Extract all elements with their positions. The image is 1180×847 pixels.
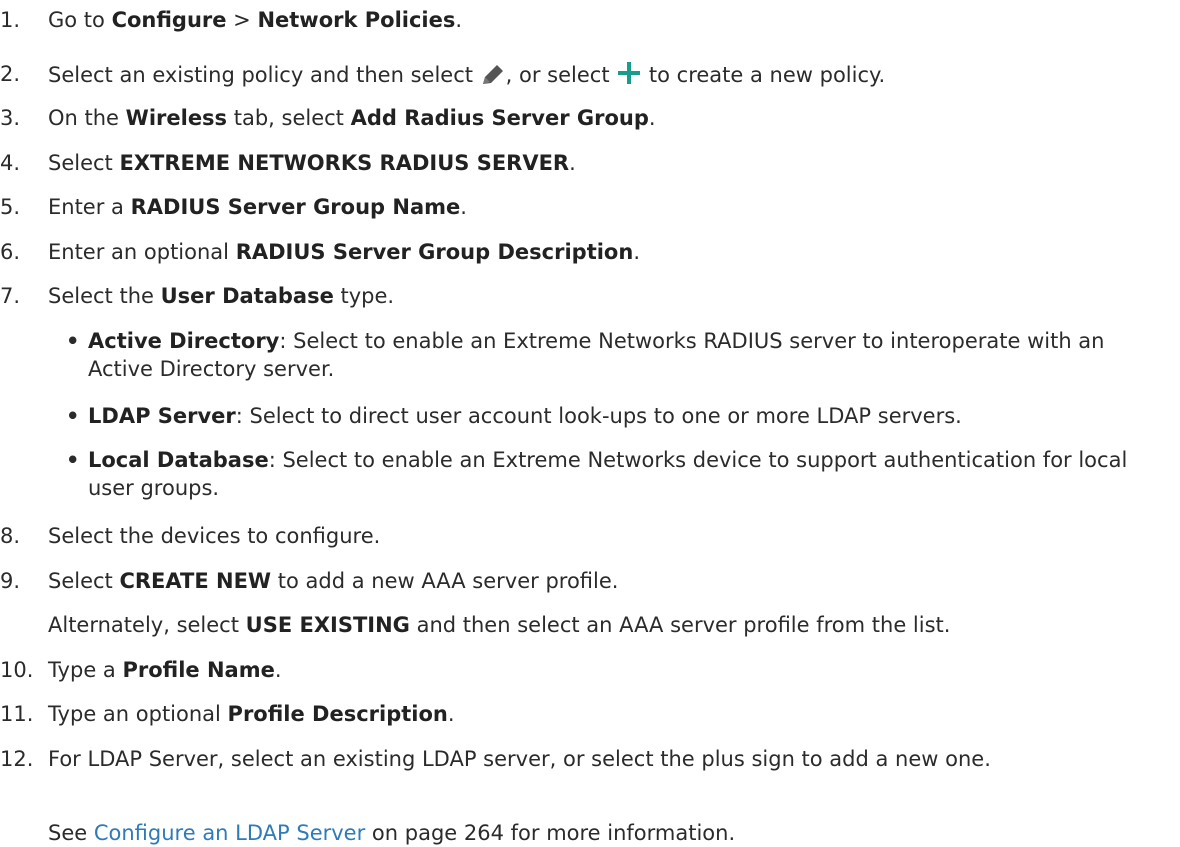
step-text: Type an optional Profile Description. — [48, 702, 455, 726]
step-number: 3. — [0, 106, 21, 130]
step-number: 5. — [0, 195, 21, 219]
step-number: 2. — [0, 62, 21, 86]
step-text: On the Wireless tab, select Add Radius S… — [48, 106, 656, 130]
step-text: Type a Profile Name. — [48, 658, 282, 682]
step-text: Enter an optional RADIUS Server Group De… — [48, 240, 640, 264]
step-number: 9. — [0, 569, 21, 593]
step-text: For LDAP Server, select an existing LDAP… — [48, 747, 991, 771]
step-number: 11. — [0, 702, 34, 726]
step-number: 4. — [0, 151, 21, 175]
step-number: 12. — [0, 747, 34, 771]
bullet-text: Active Directory: Select to enable an Ex… — [88, 329, 1105, 381]
ui-term: EXTREME NETWORKS RADIUS SERVER — [119, 151, 570, 175]
ui-term: User Database — [160, 284, 334, 308]
ui-term: LDAP Server — [88, 404, 236, 428]
ui-term: Add Radius Server Group — [350, 106, 649, 130]
bullet-text: Local Database: Select to enable an Extr… — [88, 448, 1128, 500]
step-text: Select the devices to configure. — [48, 524, 381, 548]
bullet-text: LDAP Server: Select to direct user accou… — [88, 404, 962, 428]
step-text: Select EXTREME NETWORKS RADIUS SERVER. — [48, 151, 576, 175]
step-number: 6. — [0, 240, 21, 264]
ui-term: RADIUS Server Group Name — [130, 195, 461, 219]
step-number: 1. — [0, 8, 21, 32]
ui-term: USE EXISTING — [245, 613, 410, 637]
step-number: 8. — [0, 524, 21, 548]
step-text: Enter a RADIUS Server Group Name. — [48, 195, 467, 219]
step-note-text: Alternately, select USE EXISTING and the… — [48, 613, 951, 637]
ui-term: CREATE NEW — [119, 569, 272, 593]
plus-icon — [616, 60, 642, 93]
pencil-icon — [480, 62, 506, 93]
step-note-text: See Configure an LDAP Server on page 264… — [48, 821, 736, 845]
ui-term: Profile Description — [227, 702, 448, 726]
ui-term: Network Policies — [257, 8, 456, 32]
ui-term: RADIUS Server Group Description — [235, 240, 634, 264]
ui-term: Active Directory — [88, 329, 280, 353]
configure-ldap-server-link[interactable]: Configure an LDAP Server — [94, 821, 365, 845]
step-text: Select CREATE NEW to add a new AAA serve… — [48, 569, 619, 593]
ui-term: Wireless — [125, 106, 228, 130]
procedure-document: 1. Go to Configure > Network Policies. 2… — [0, 0, 1180, 845]
step-text: Select the User Database type. — [48, 284, 395, 308]
bullet-dot: • — [66, 448, 80, 472]
ui-term: Local Database — [88, 448, 269, 472]
ui-term: Profile Name — [122, 658, 275, 682]
bullet-dot: • — [66, 404, 80, 428]
step-text: Select an existing policy and then selec… — [48, 60, 885, 93]
ui-term: Configure — [111, 8, 227, 32]
step-number: 10. — [0, 658, 34, 682]
step-text: Go to Configure > Network Policies. — [48, 8, 463, 32]
step-number: 7. — [0, 284, 21, 308]
bullet-dot: • — [66, 329, 80, 353]
